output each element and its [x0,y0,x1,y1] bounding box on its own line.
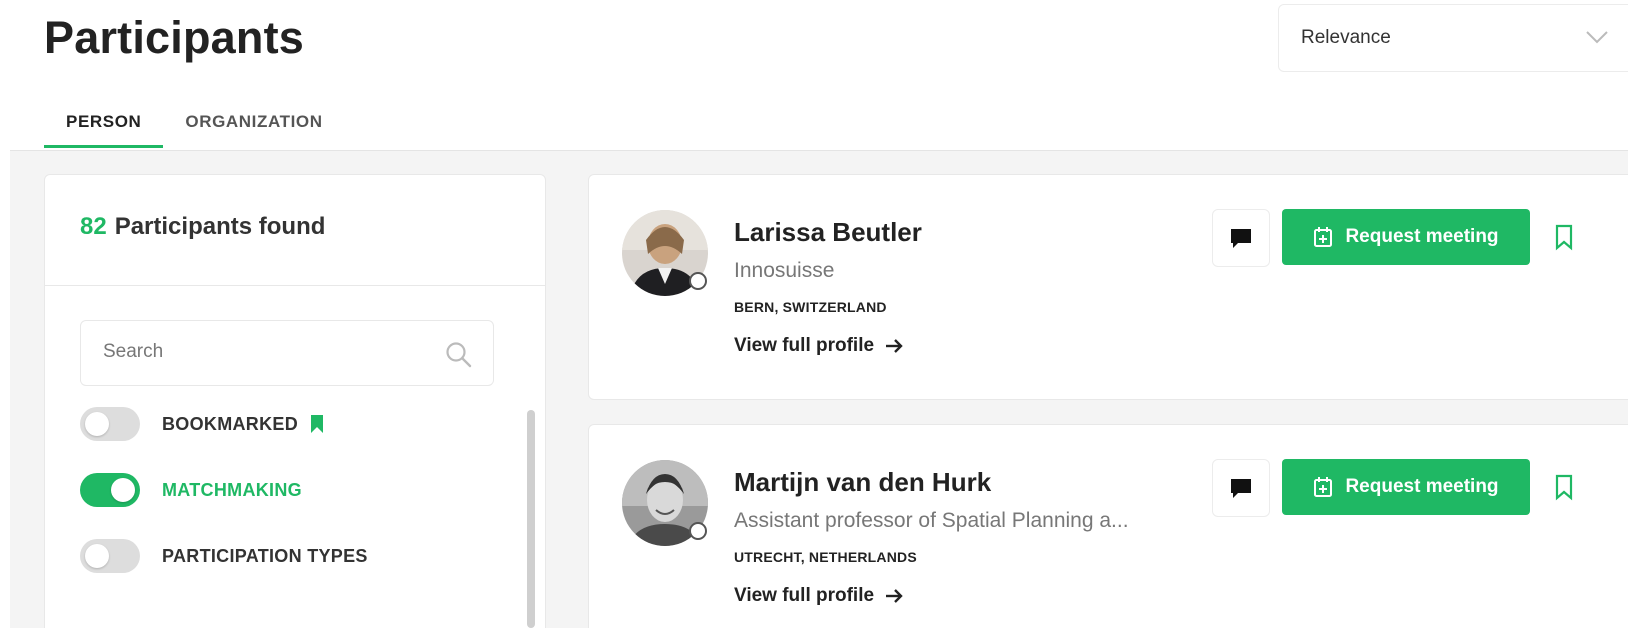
request-meeting-button[interactable]: Request meeting [1282,209,1530,265]
filter-participation-types: PARTICIPATION TYPES [80,539,368,573]
participant-name[interactable]: Larissa Beutler [734,217,922,248]
participation-types-label: PARTICIPATION TYPES [162,545,368,566]
bookmark-icon[interactable] [1553,223,1575,251]
chat-icon [1231,229,1251,248]
matchmaking-label: MATCHMAKING [162,479,302,500]
filter-sidebar: 82 Participants found BOOKMARKED MATCHMAK… [44,174,546,628]
arrow-right-icon [886,339,903,353]
participants-page: Participants Relevance PERSON ORGANIZATI… [0,0,1628,628]
tab-person[interactable]: PERSON [44,102,164,148]
participation-types-toggle[interactable] [80,539,140,573]
status-indicator [689,522,707,540]
results-count-label: Participants found [114,213,326,240]
request-meeting-label: Request meeting [1345,476,1499,497]
matchmaking-toggle[interactable] [80,473,140,507]
bookmarked-label: BOOKMARKED [162,413,298,434]
participant-card: Larissa Beutler Innosuisse BERN, SWITZER… [588,174,1628,400]
view-profile-link[interactable]: View full profile [734,585,904,607]
bookmark-icon [311,415,323,433]
search-box [80,320,494,386]
message-button[interactable] [1212,209,1270,267]
calendar-plus-icon [1314,477,1333,497]
message-button[interactable] [1212,459,1270,517]
search-icon[interactable] [445,341,473,369]
participant-location: BERN, SWITZERLAND [734,299,887,315]
arrow-right-icon [886,589,903,603]
calendar-plus-icon [1314,227,1333,247]
chat-icon [1231,479,1251,498]
request-meeting-button[interactable]: Request meeting [1282,459,1530,515]
results-count-number: 82 [80,213,107,240]
tab-bar: PERSON ORGANIZATION [44,102,345,148]
participant-location: UTRECHT, NETHERLANDS [734,549,917,565]
sort-select[interactable]: Relevance [1278,4,1628,72]
filter-matchmaking: MATCHMAKING [80,473,302,507]
sidebar-scrollbar[interactable] [527,410,535,628]
participant-name[interactable]: Martijn van den Hurk [734,467,991,498]
participant-organization: Innosuisse [734,259,835,282]
view-profile-label: View full profile [734,335,875,356]
participant-organization: Assistant professor of Spatial Planning … [734,509,1129,532]
bookmarked-toggle[interactable] [80,407,140,441]
request-meeting-label: Request meeting [1345,226,1499,247]
tab-organization[interactable]: ORGANIZATION [163,102,344,148]
participant-card: Martijn van den Hurk Assistant professor… [588,424,1628,628]
page-title: Participants [44,12,304,63]
sort-select-value: Relevance [1301,27,1391,48]
view-profile-link[interactable]: View full profile [734,335,904,357]
status-indicator [689,272,707,290]
search-input[interactable] [103,341,423,363]
results-count: 82 Participants found [80,213,325,241]
view-profile-label: View full profile [734,585,875,606]
divider [45,285,545,286]
bookmark-icon[interactable] [1553,473,1575,501]
filter-bookmarked: BOOKMARKED [80,407,324,441]
chevron-down-icon [1586,31,1608,44]
